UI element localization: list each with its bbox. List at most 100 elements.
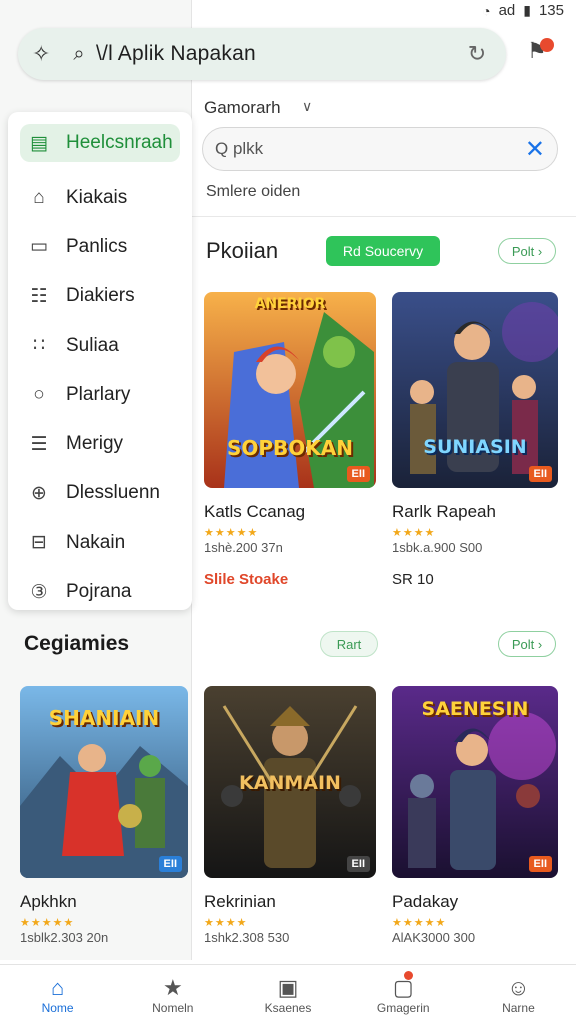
search-bar[interactable]: ✧ ⌕ \/l Aplik Napakan ↻ xyxy=(18,28,506,80)
notification-dot xyxy=(403,971,413,980)
drawer-item[interactable]: ○ Plarlary xyxy=(8,370,192,419)
cover-title: SOPBOKAN xyxy=(226,436,354,460)
drawer-item[interactable]: ⌂ Kiakais xyxy=(8,173,192,222)
cover-title: SHANIAIN xyxy=(48,706,160,730)
game-card[interactable]: KANMAIN EII Rekrinian ★★★★ 1shk2.308 530 xyxy=(204,686,376,945)
tablet-icon: ▭ xyxy=(30,236,48,258)
game-card[interactable]: SHANIAIN EII Apkhkn ★★★★★ 1sblk2.303 20n xyxy=(20,686,188,945)
game-name: Katls Ccanag xyxy=(204,502,306,521)
list-icon: ☰ xyxy=(30,433,48,455)
drawer-item[interactable]: ∷ Suliaa xyxy=(8,321,192,370)
drawer-item[interactable]: ⊟ Nakain xyxy=(8,518,192,567)
clear-icon[interactable]: ✕ xyxy=(525,135,545,164)
game-meta: 1sblk2.303 20n xyxy=(20,930,109,945)
nav-item[interactable]: ★ Nomeln xyxy=(115,965,230,1024)
map-icon: ★ xyxy=(162,974,183,1000)
game-cover-image: SUNIASIN EII xyxy=(392,292,558,488)
nav-item-label: Nome xyxy=(41,1000,74,1015)
star-rating: ★★★★★ xyxy=(392,917,447,929)
plus-circle-icon: ⊕ xyxy=(31,482,47,504)
nav-item[interactable]: ☺ Narne xyxy=(461,965,576,1024)
secondary-button[interactable]: Rart xyxy=(320,631,378,657)
drawer-item-label: Merigy xyxy=(66,433,124,455)
game-cover-image: ANERIOR SOPBOKAN EII xyxy=(204,292,376,488)
game-meta: 1sbk.a.900 S00 xyxy=(392,540,483,555)
status-time: 135 xyxy=(538,2,564,19)
status-icons: ◔ ad ▮ 135 xyxy=(482,2,564,19)
grid-icon: ☷ xyxy=(30,285,48,307)
rating-badge: EII xyxy=(346,856,370,872)
drawer-item-label: Pojrana xyxy=(66,581,132,603)
drawer-item[interactable]: ⊕ Dlessluenn xyxy=(8,469,192,518)
more-button[interactable]: Polt › xyxy=(498,238,556,264)
search-icon: ⌕ xyxy=(73,42,85,65)
home-icon: ⌂ xyxy=(50,974,65,1000)
app-icon: ▤ xyxy=(30,132,48,154)
star-rating: ★★★★★ xyxy=(20,917,75,929)
minus-box-icon: ⊟ xyxy=(31,532,47,554)
drawer-item[interactable]: ▭ Panlics xyxy=(8,222,192,271)
drawer-item-label: Dlessluenn xyxy=(66,482,160,504)
drawer-item[interactable]: ☰ Merigy xyxy=(8,419,192,468)
nav-item-label: Narne xyxy=(502,1000,535,1015)
game-cover-image: KANMAIN EII xyxy=(204,686,376,878)
filter-search-field[interactable]: Q plkk ✕ xyxy=(202,127,558,171)
drawer-item[interactable]: ③ Pojrana xyxy=(8,567,192,616)
profile-icon: ☺ xyxy=(507,974,530,1000)
nav-item-label: Gmagerin xyxy=(376,1000,430,1015)
section-title: Pkoiian xyxy=(206,238,279,263)
nav-item-label: Nomeln xyxy=(152,1000,194,1015)
filter-hint: Smlere oiden xyxy=(206,183,301,200)
nav-item[interactable]: ⌂ Nome xyxy=(0,965,115,1024)
cover-title: SAENESIN xyxy=(421,698,529,720)
cover-title: SUNIASIN xyxy=(423,436,527,458)
sparkle-icon[interactable]: ✧ xyxy=(32,41,62,67)
game-cover-image: SHANIAIN EII xyxy=(20,686,188,878)
game-name: Apkhkn xyxy=(20,892,77,911)
drawer-item-label: Suliaa xyxy=(66,334,119,356)
game-price: SR 10 xyxy=(392,571,434,588)
drawer-item-label: Nakain xyxy=(66,531,126,553)
game-meta: 1shk2.308 530 xyxy=(204,930,290,945)
drawer-item[interactable]: ☷ Diakiers xyxy=(8,272,192,321)
search-input[interactable]: \/l Aplik Napakan xyxy=(96,42,462,66)
drawer-item[interactable]: ▤ Heelcsnraah xyxy=(20,124,180,162)
drawer-item-label: Heelcsnraah xyxy=(66,132,173,153)
signal-text: ad xyxy=(498,2,516,19)
primary-button[interactable]: Rd Soucervy xyxy=(326,236,440,266)
drawer-item-label: Diakiers xyxy=(66,285,135,307)
game-price: Slile Stoake xyxy=(204,571,289,588)
game-name: Rekrinian xyxy=(204,892,276,911)
apps-icon: ∷ xyxy=(32,335,46,357)
rating-badge: EII xyxy=(528,856,552,872)
nav-item-label: Ksaenes xyxy=(264,1000,312,1015)
game-name: Rarlk Rapeah xyxy=(392,502,496,521)
game-card[interactable]: SUNIASIN EII Rarlk Rapeah ★★★★ 1sbk.a.90… xyxy=(392,292,558,588)
more-button[interactable]: Polt › xyxy=(498,631,556,657)
nav-item[interactable]: ▣ Ksaenes xyxy=(230,965,345,1024)
filter-input-text[interactable]: Q plkk xyxy=(215,139,525,159)
drawer-item-label: Panlics xyxy=(66,235,128,257)
filter-dropdown-label[interactable]: Gamorarh xyxy=(204,98,281,118)
star-rating: ★★★★ xyxy=(204,917,248,929)
frame-icon: ▣ xyxy=(277,974,299,1000)
notification-dot xyxy=(540,38,554,52)
chevron-down-icon[interactable]: ∨ xyxy=(302,98,312,115)
number-circle-icon: ③ xyxy=(30,581,48,603)
drawer-item-label: Kiakais xyxy=(66,186,128,208)
refresh-icon[interactable]: ↻ xyxy=(462,41,492,67)
wifi-icon: ◔ xyxy=(482,2,491,19)
battery-icon: ▮ xyxy=(523,2,531,18)
game-card[interactable]: SAENESIN EII Padakay ★★★★★ AlAK3000 300 xyxy=(392,686,558,945)
cover-title: KANMAIN xyxy=(239,772,341,794)
star-rating: ★★★★★ xyxy=(204,527,259,539)
star-rating: ★★★★ xyxy=(392,527,436,539)
game-name: Padakay xyxy=(392,892,459,911)
game-meta: AlAK3000 300 xyxy=(392,930,476,945)
game-card[interactable]: ANERIOR SOPBOKAN EII Katls Ccanag ★★★★★ … xyxy=(204,292,376,588)
game-meta: 1shè.200 37n xyxy=(204,540,283,555)
notification-icon[interactable]: ⚑ xyxy=(522,38,554,68)
rating-badge: EII xyxy=(158,856,182,872)
divider xyxy=(192,216,576,217)
nav-item[interactable]: ▢ Gmagerin xyxy=(346,965,461,1024)
